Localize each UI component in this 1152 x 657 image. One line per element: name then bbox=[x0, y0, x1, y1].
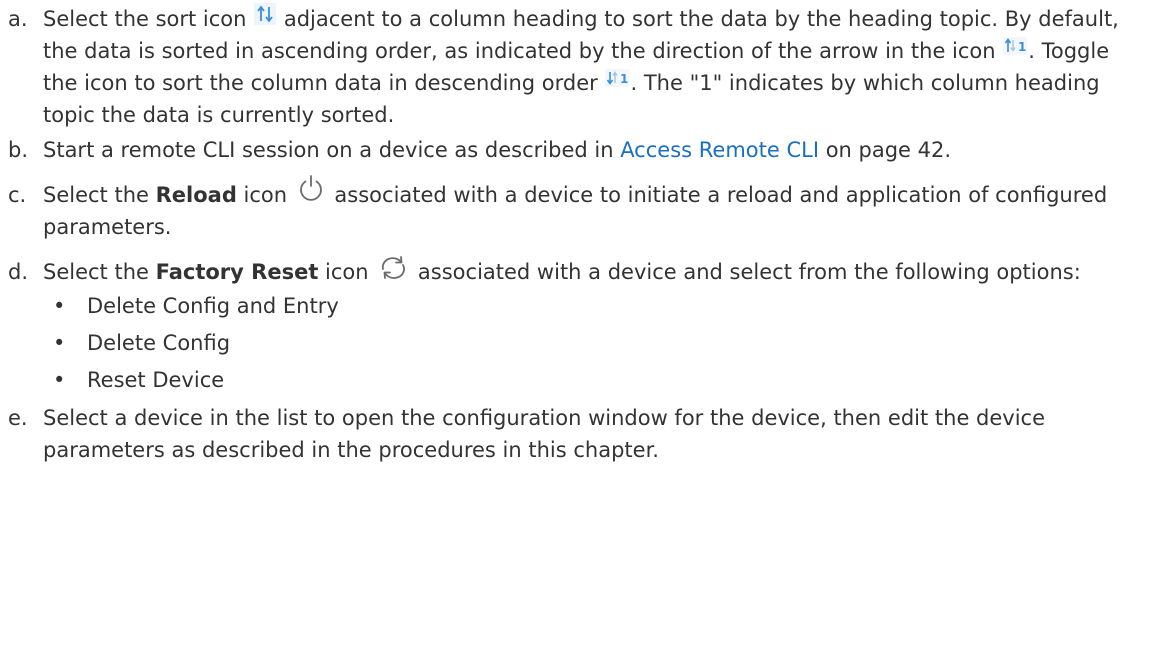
text-segment: Select the bbox=[43, 183, 156, 207]
bullet: • bbox=[53, 294, 66, 318]
list-item: • Delete Config bbox=[43, 327, 1138, 359]
bullet: • bbox=[53, 331, 66, 355]
sort-icon bbox=[254, 3, 277, 25]
list-marker: e. bbox=[8, 406, 28, 430]
sort-descending-icon: 1 bbox=[605, 69, 630, 87]
list-marker: a. bbox=[8, 7, 28, 31]
bullet: • bbox=[53, 368, 66, 392]
list-item-text: Start a remote CLI session on a device a… bbox=[43, 134, 1138, 166]
list-item-a: a. Select the sort icon adjacent to a co… bbox=[8, 3, 1138, 131]
text-segment: Start a remote CLI session on a device a… bbox=[43, 138, 621, 162]
factory-reset-options: • Delete Config and Entry • Delete Config … bbox=[43, 290, 1138, 396]
document-body: a. Select the sort icon adjacent to a co… bbox=[8, 3, 1138, 466]
text-segment: Select a device in the list to open the … bbox=[43, 406, 1046, 462]
refresh-icon bbox=[377, 254, 409, 280]
option-reset-device: Reset Device bbox=[87, 368, 225, 392]
text-segment: Select the sort icon bbox=[43, 7, 254, 31]
list-marker: d. bbox=[8, 260, 29, 284]
text-segment: associated with a device and select from… bbox=[411, 260, 1081, 284]
list-item-d: d. Select the Factory Reset icon associa… bbox=[8, 256, 1138, 401]
list-item-b: b. Start a remote CLI session on a devic… bbox=[8, 134, 1138, 166]
sort-ascending-icon: 1 bbox=[1003, 37, 1028, 55]
text-segment: on page 42. bbox=[819, 138, 952, 162]
list-marker: c. bbox=[8, 183, 27, 207]
list-item-text: Select the Factory Reset icon associated… bbox=[43, 256, 1138, 401]
reload-label: Reload bbox=[155, 183, 237, 207]
list-marker: b. bbox=[8, 138, 29, 162]
option-delete-config: Delete Config bbox=[87, 331, 231, 355]
list-item-text: Select a device in the list to open the … bbox=[43, 402, 1138, 466]
svg-text:1: 1 bbox=[1018, 40, 1026, 54]
svg-text:1: 1 bbox=[620, 72, 628, 86]
list-item-text: Select the Reload icon associated with a… bbox=[43, 175, 1138, 243]
list-item-c: c. Select the Reload icon associated wit… bbox=[8, 175, 1138, 243]
list-item: • Reset Device bbox=[43, 364, 1138, 396]
option-delete-config-and-entry: Delete Config and Entry bbox=[87, 294, 339, 318]
list-item-text: Select the sort icon adjacent to a colum… bbox=[43, 3, 1138, 131]
list-item-e: e. Select a device in the list to open t… bbox=[8, 402, 1138, 466]
list-item: • Delete Config and Entry bbox=[43, 290, 1138, 322]
power-icon bbox=[296, 173, 326, 203]
factory-reset-label: Factory Reset bbox=[155, 260, 319, 284]
text-segment: icon bbox=[236, 183, 294, 207]
text-segment: icon bbox=[318, 260, 376, 284]
text-segment: Select the bbox=[43, 260, 156, 284]
access-remote-cli-link[interactable]: Access Remote CLI bbox=[620, 138, 819, 162]
